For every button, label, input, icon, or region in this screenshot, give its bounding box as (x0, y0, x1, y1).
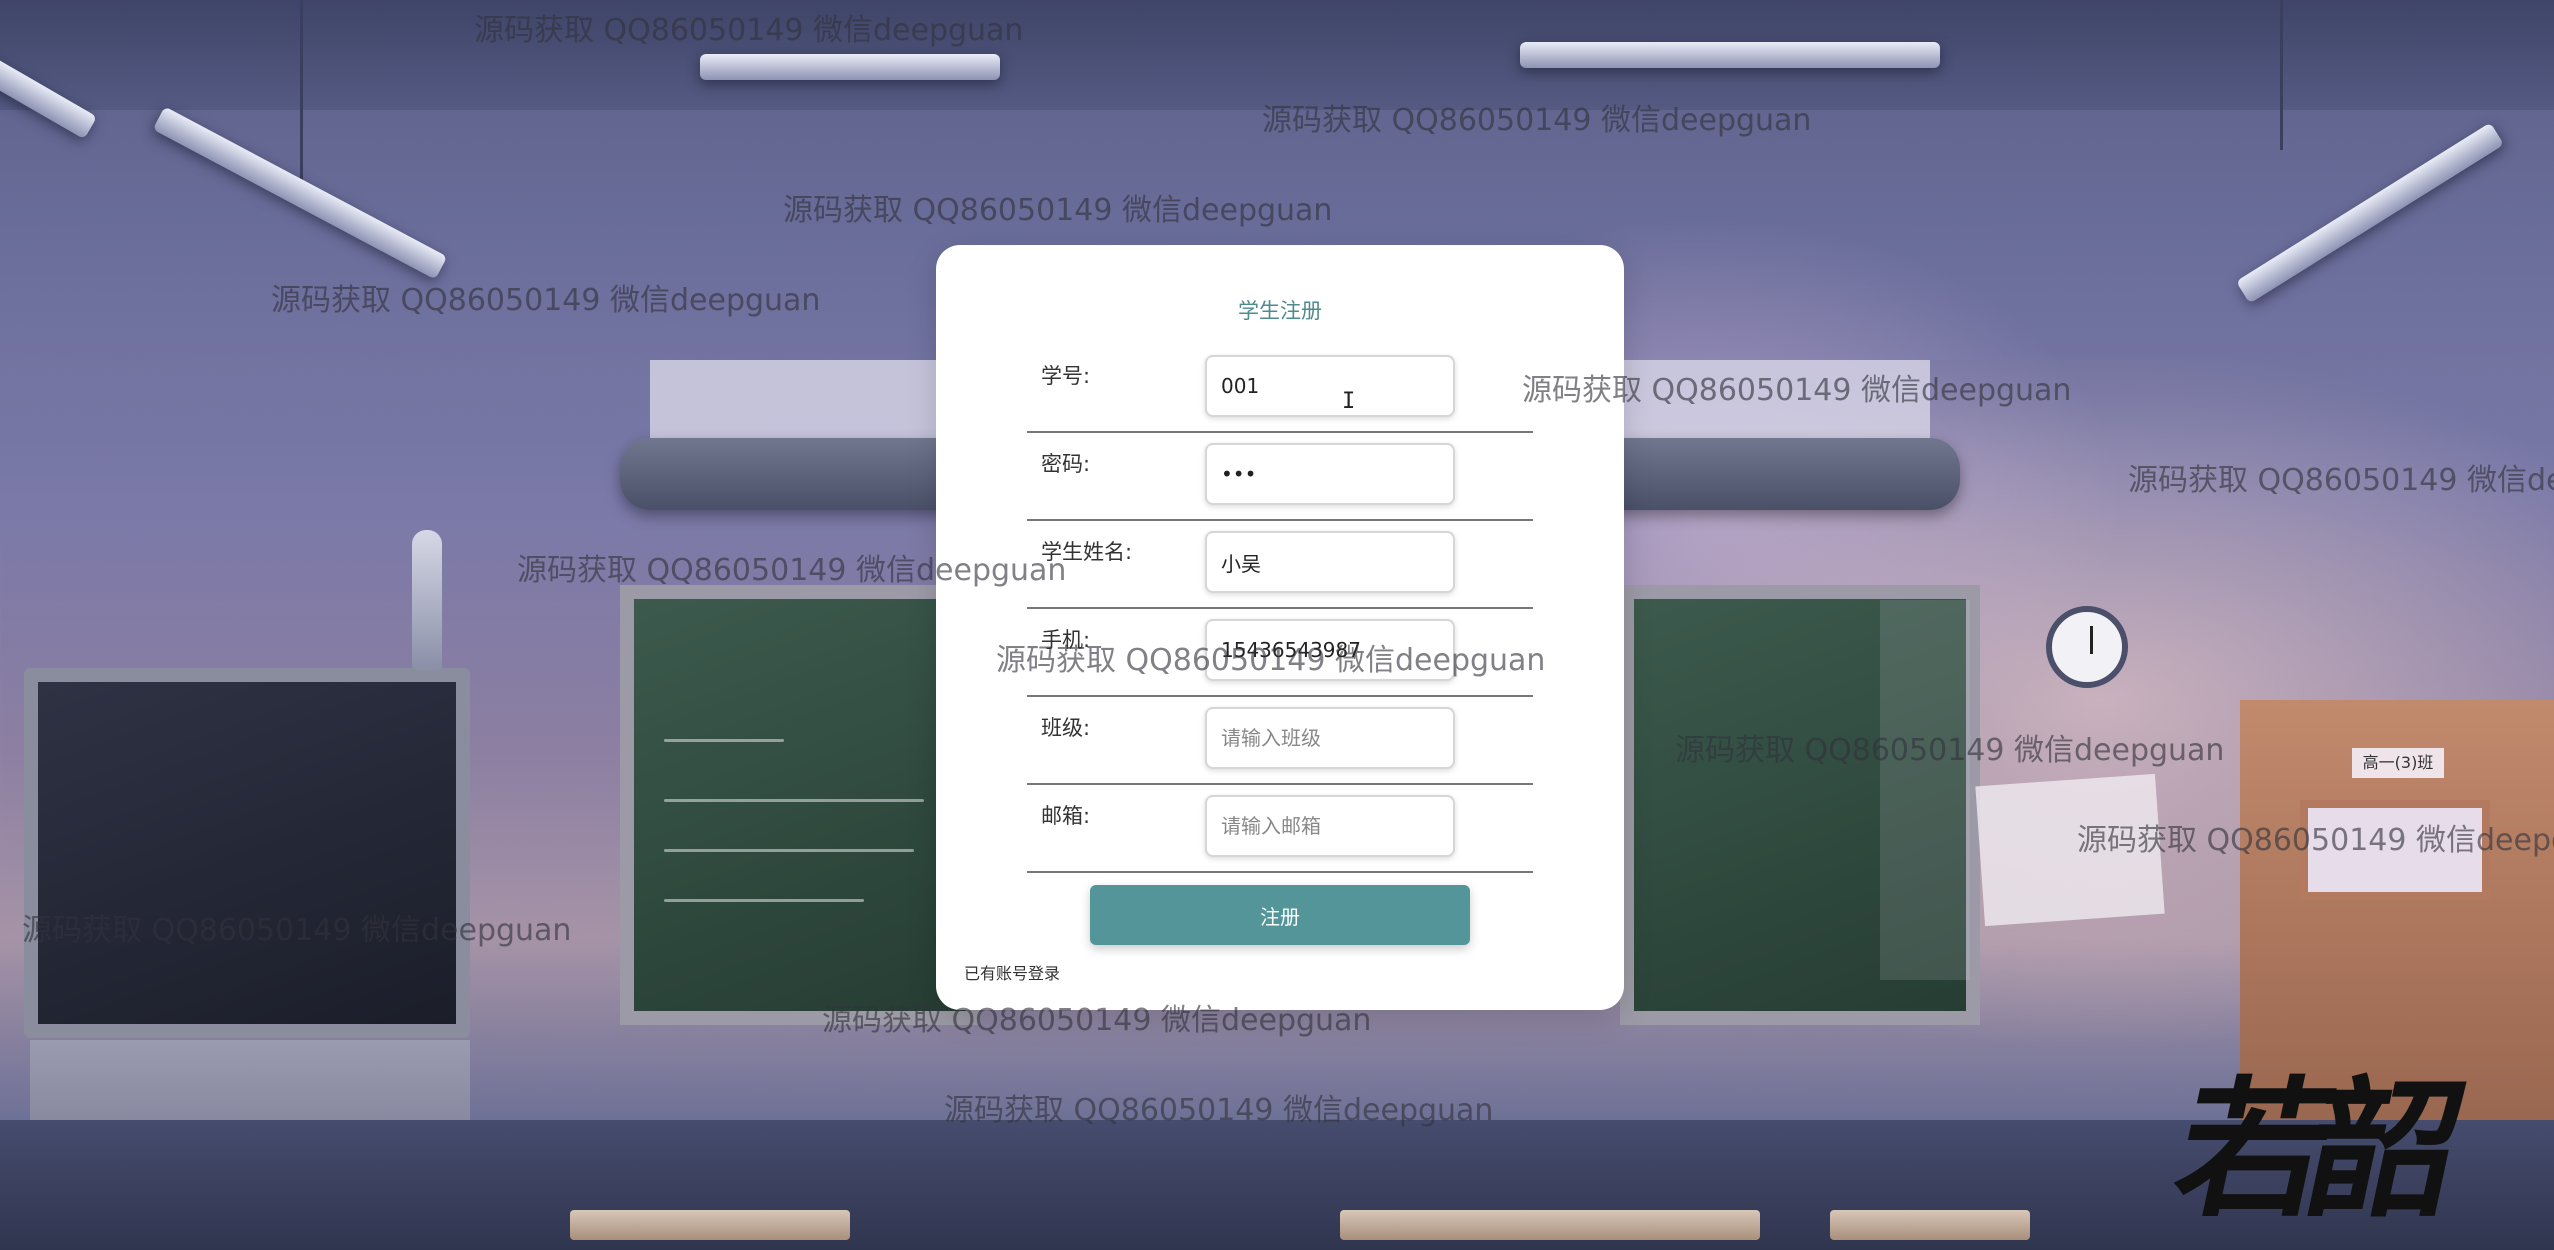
register-button[interactable]: 注册 (1090, 885, 1470, 945)
class-row: 班级: (1027, 697, 1533, 785)
notice-board (1975, 773, 2165, 927)
desk (570, 1210, 850, 1240)
password-label: 密码: (1041, 452, 1091, 476)
student-name-input[interactable] (1205, 531, 1455, 593)
wall-column (1880, 600, 1970, 980)
phone-input[interactable] (1205, 619, 1455, 681)
register-card: 学生注册 学号: 密码: 学生姓名: 手机: 班级: 邮箱: 注册 已有账号登录 (936, 245, 1624, 1010)
class-label: 班级: (1041, 716, 1091, 740)
student-id-row: 学号: (1027, 345, 1533, 433)
class-input[interactable] (1205, 707, 1455, 769)
student-name-label: 学生姓名: (1041, 540, 1133, 564)
desk (1830, 1210, 2030, 1240)
email-label: 邮箱: (1041, 804, 1091, 828)
page-title: 学生注册 (1238, 299, 1322, 323)
door-sign: 高一(3)班 (2352, 748, 2444, 778)
password-input[interactable] (1205, 443, 1455, 505)
television (24, 668, 470, 1038)
student-name-row: 学生姓名: (1027, 521, 1533, 609)
text-cursor-icon: I (1342, 389, 1356, 414)
email-input[interactable] (1205, 795, 1455, 857)
chalkboard (620, 585, 980, 1025)
calligraphy-signature: 若韶 (2161, 1062, 2459, 1238)
password-row: 密码: (1027, 433, 1533, 521)
trophy (412, 530, 442, 670)
ceiling (0, 0, 2554, 110)
phone-row: 手机: (1027, 609, 1533, 697)
login-link[interactable]: 已有账号登录 (964, 960, 1060, 984)
wall-clock (2046, 606, 2128, 688)
ceiling-lamp (2235, 122, 2505, 304)
student-id-input[interactable] (1205, 355, 1455, 417)
phone-label: 手机: (1041, 628, 1091, 652)
desk (1340, 1210, 1760, 1240)
door-window (2300, 800, 2490, 900)
ceiling-lamp (700, 54, 1000, 80)
email-row: 邮箱: (1027, 785, 1533, 873)
ceiling-lamp (1520, 42, 1940, 68)
student-id-label: 学号: (1041, 364, 1091, 388)
